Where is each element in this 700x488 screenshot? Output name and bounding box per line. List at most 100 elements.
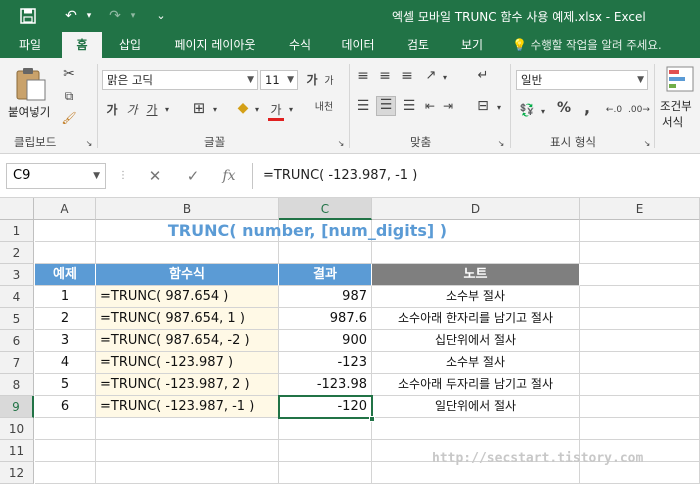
table-row-6-note[interactable]: 일단위에서 절사: [372, 396, 580, 418]
row-header-10[interactable]: 10: [0, 418, 34, 440]
bold-button[interactable]: 가: [104, 102, 120, 118]
tell-me-box[interactable]: 💡 수행할 작업을 알려 주세요.: [512, 32, 662, 58]
currency-icon[interactable]: 💱: [518, 102, 536, 118]
table-row-5-result[interactable]: -123.98: [279, 374, 372, 396]
customize-qat-icon[interactable]: ⌄: [154, 6, 168, 26]
row-header-4[interactable]: 4: [0, 286, 34, 308]
chevron-down-icon[interactable]: ▾: [440, 70, 450, 86]
align-top-icon[interactable]: ≡: [354, 68, 372, 84]
number-launcher-icon[interactable]: ↘: [642, 136, 652, 152]
tab-review[interactable]: 검토: [396, 32, 440, 58]
align-left-icon[interactable]: ☰: [354, 98, 372, 114]
merge-center-icon[interactable]: ⊟: [474, 98, 492, 114]
tab-data[interactable]: 데이터: [330, 32, 386, 58]
font-launcher-icon[interactable]: ↘: [336, 136, 346, 152]
table-row-6-result[interactable]: -120: [279, 396, 372, 418]
sheet-title[interactable]: TRUNC( number, [num_digits] ): [35, 220, 580, 242]
table-row-3-note[interactable]: 십단위에서 절사: [372, 330, 580, 352]
header-formula[interactable]: 함수식: [96, 264, 279, 286]
empty-cell[interactable]: [279, 440, 372, 462]
row-header-12[interactable]: 12: [0, 462, 34, 484]
table-row-3-formula[interactable]: =TRUNC( 987.654, -2 ): [96, 330, 279, 352]
format-painter-icon[interactable]: 🖌: [60, 110, 78, 126]
column-header-e[interactable]: E: [580, 198, 700, 220]
table-row-6-formula[interactable]: =TRUNC( -123.987, -1 ): [96, 396, 279, 418]
tab-page-layout[interactable]: 페이지 레이아웃: [160, 32, 270, 58]
header-result[interactable]: 결과: [279, 264, 372, 286]
grow-font-icon[interactable]: 가: [304, 72, 320, 88]
table-row-3-result[interactable]: 900: [279, 330, 372, 352]
increase-indent-icon[interactable]: ⇥: [440, 98, 456, 114]
row-header-3[interactable]: 3: [0, 264, 34, 286]
underline-button[interactable]: 가: [144, 102, 160, 118]
shrink-font-icon[interactable]: 가: [322, 74, 336, 90]
empty-cell[interactable]: [580, 418, 700, 440]
empty-cell[interactable]: [35, 418, 96, 440]
number-format-combo[interactable]: 일반 ▼: [516, 70, 648, 90]
empty-cell[interactable]: [279, 242, 372, 264]
font-size-combo[interactable]: 11 ▼: [260, 70, 298, 90]
empty-cell[interactable]: [35, 462, 96, 484]
row-header-7[interactable]: 7: [0, 352, 34, 374]
empty-cell[interactable]: [96, 440, 279, 462]
table-row-4-example[interactable]: 4: [35, 352, 96, 374]
copy-icon[interactable]: ⧉: [60, 88, 78, 104]
empty-cell[interactable]: [580, 374, 700, 396]
border-icon[interactable]: ⊞: [190, 100, 208, 116]
chevron-down-icon[interactable]: ▾: [252, 102, 262, 118]
chevron-down-icon[interactable]: ▾: [162, 102, 172, 118]
fill-color-icon[interactable]: ◆: [234, 100, 252, 116]
empty-cell[interactable]: [96, 418, 279, 440]
row-header-5[interactable]: 5: [0, 308, 34, 330]
empty-cell[interactable]: [96, 242, 279, 264]
chevron-down-icon[interactable]: ▾: [538, 104, 548, 120]
enter-icon[interactable]: ✓: [182, 163, 204, 189]
empty-cell[interactable]: [35, 440, 96, 462]
cut-icon[interactable]: ✂: [60, 66, 78, 82]
italic-button[interactable]: 가: [124, 102, 140, 118]
empty-cell[interactable]: [580, 308, 700, 330]
table-row-1-example[interactable]: 1: [35, 286, 96, 308]
column-header-c[interactable]: C: [279, 198, 372, 220]
empty-cell[interactable]: [372, 418, 580, 440]
insert-function-icon[interactable]: fx: [218, 163, 240, 189]
row-header-9[interactable]: 9: [0, 396, 34, 418]
wrap-text-icon[interactable]: ↵: [474, 68, 492, 84]
table-row-6-example[interactable]: 6: [35, 396, 96, 418]
tab-insert[interactable]: 삽입: [110, 32, 150, 58]
percent-icon[interactable]: %: [556, 100, 572, 116]
chevron-down-icon[interactable]: ▾: [494, 100, 504, 116]
increase-decimal-icon[interactable]: ←.0: [604, 102, 624, 118]
redo-dropdown-icon[interactable]: ▾: [128, 6, 138, 26]
empty-cell[interactable]: [279, 418, 372, 440]
empty-cell[interactable]: [580, 242, 700, 264]
empty-cell[interactable]: [580, 330, 700, 352]
table-row-1-note[interactable]: 소수부 절사: [372, 286, 580, 308]
empty-cell[interactable]: [35, 242, 96, 264]
table-row-5-note[interactable]: 소수아래 두자리를 남기고 절사: [372, 374, 580, 396]
table-row-2-formula[interactable]: =TRUNC( 987.654, 1 ): [96, 308, 279, 330]
empty-cell[interactable]: [372, 242, 580, 264]
chevron-down-icon[interactable]: ▾: [210, 102, 220, 118]
table-row-2-example[interactable]: 2: [35, 308, 96, 330]
cancel-icon[interactable]: ✕: [144, 163, 166, 189]
name-box[interactable]: C9 ▼: [6, 163, 106, 189]
phonetic-icon[interactable]: 내천: [310, 100, 338, 116]
table-row-4-result[interactable]: -123: [279, 352, 372, 374]
row-header-11[interactable]: 11: [0, 440, 34, 462]
column-header-d[interactable]: D: [372, 198, 580, 220]
font-color-icon[interactable]: 가: [268, 102, 284, 121]
paste-button[interactable]: 붙여넣기: [8, 64, 52, 122]
row-header-8[interactable]: 8: [0, 374, 34, 396]
table-row-4-note[interactable]: 소수부 절사: [372, 352, 580, 374]
table-row-2-note[interactable]: 소수아래 한자리를 남기고 절사: [372, 308, 580, 330]
tab-file[interactable]: 파일: [8, 32, 52, 58]
alignment-launcher-icon[interactable]: ↘: [496, 136, 506, 152]
row-header-6[interactable]: 6: [0, 330, 34, 352]
header-example[interactable]: 예제: [35, 264, 96, 286]
more-options-icon[interactable]: ⋮: [118, 163, 128, 189]
table-row-4-formula[interactable]: =TRUNC( -123.987 ): [96, 352, 279, 374]
clipboard-launcher-icon[interactable]: ↘: [84, 136, 94, 152]
redo-icon[interactable]: ↷: [104, 6, 126, 26]
align-bottom-icon[interactable]: ≡: [398, 68, 416, 84]
